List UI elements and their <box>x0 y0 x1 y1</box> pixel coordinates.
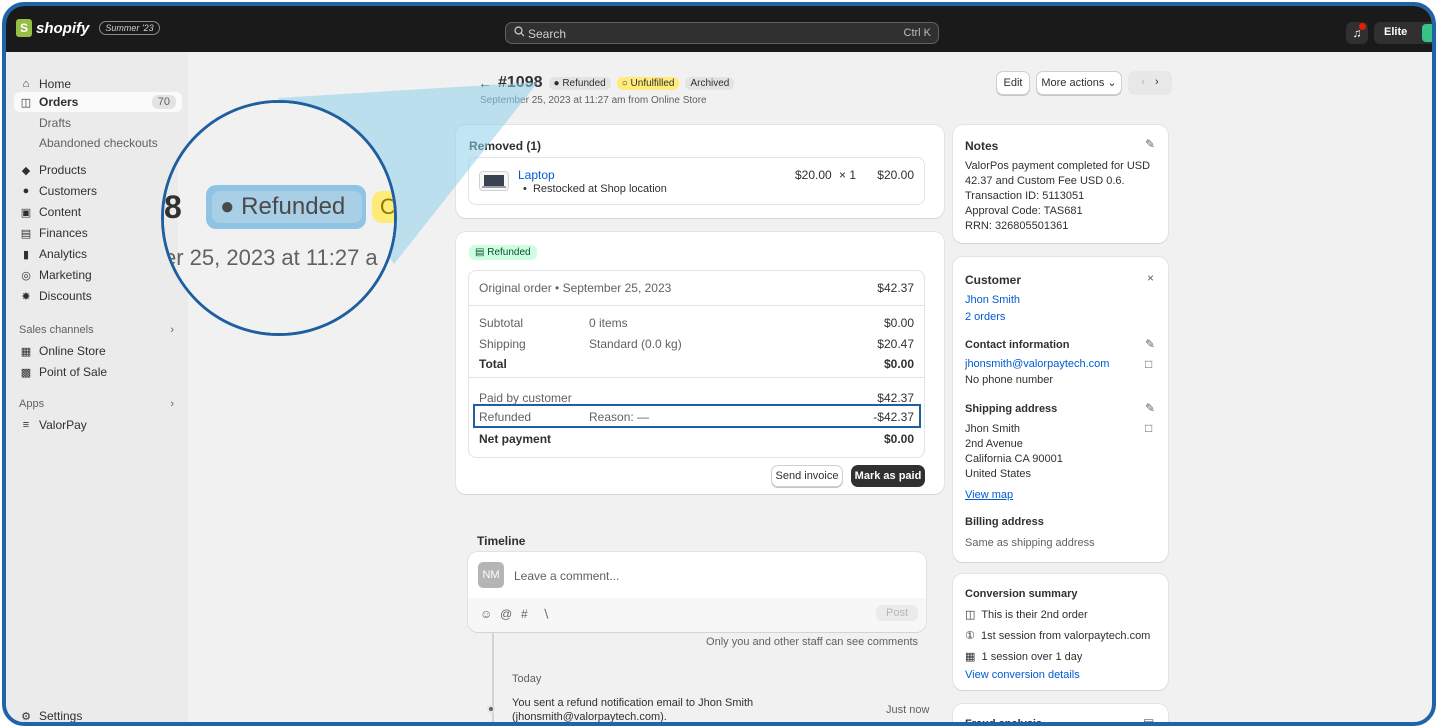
app-window: S shopify Summer '23 Search Ctrl K ♫ Eli… <box>2 2 1436 726</box>
magnified-status-text: Refunded <box>241 193 346 220</box>
magnified-unfulfilled-badge: O <box>372 191 394 223</box>
magnified-refunded-badge: ● Refunded <box>212 191 362 223</box>
magnified-order-digit: 8 <box>164 189 182 225</box>
magnified-date: er 25, 2023 at 11:27 a <box>164 245 378 270</box>
magnifier-callout: 8 ● Refunded O er 25, 2023 at 11:27 a <box>161 100 397 336</box>
magnifier-content: 8 ● Refunded O er 25, 2023 at 11:27 a <box>164 103 394 333</box>
